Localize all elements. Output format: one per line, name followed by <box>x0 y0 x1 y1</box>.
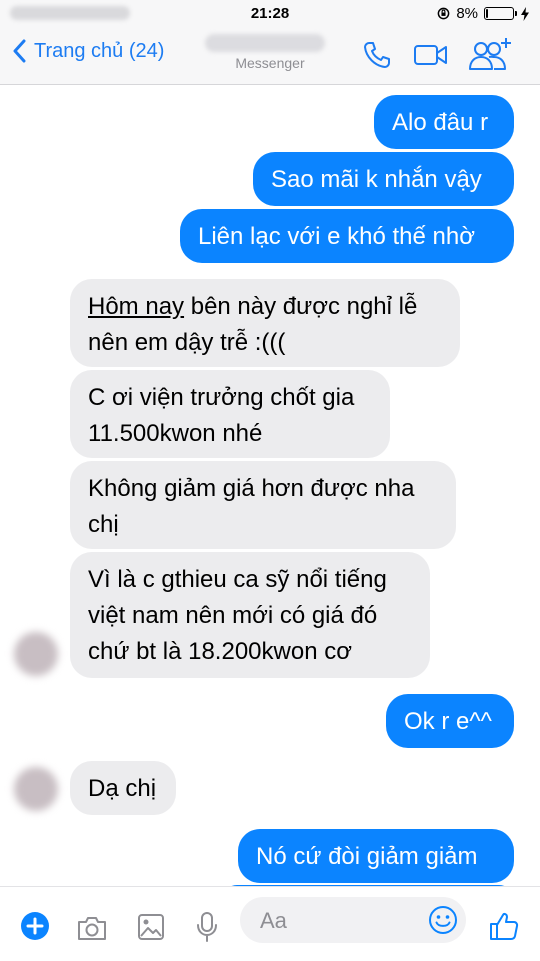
emoji-icon[interactable] <box>428 905 458 935</box>
message-outgoing[interactable]: Liên lạc với e khó thế nhờ <box>180 209 514 263</box>
message-list[interactable]: Alo đâu r Sao mãi k nhắn vậy Liên lạc vớ… <box>0 85 540 886</box>
message-line: nên em dậy trễ :((( <box>88 329 286 356</box>
message-outgoing[interactable]: Ok r e^^ <box>386 694 514 748</box>
thumbs-up-icon[interactable] <box>488 910 520 942</box>
message-outgoing[interactable]: Sao mãi k nhắn vậy <box>253 152 514 206</box>
message-outgoing[interactable]: Nó cứ đòi giảm giảm <box>238 829 514 883</box>
header-subtitle: Messenger <box>235 55 305 71</box>
status-bar: 21:28 8% <box>0 0 540 28</box>
battery-icon <box>484 7 517 20</box>
contact-name-blurred[interactable] <box>205 34 325 52</box>
chevron-left-icon <box>13 39 26 63</box>
phone-icon[interactable] <box>362 40 392 70</box>
battery-percent: 8% <box>456 5 478 22</box>
message-input-placeholder: Aa <box>260 908 287 933</box>
microphone-icon[interactable] <box>196 911 218 943</box>
charging-bolt-icon <box>521 6 529 21</box>
message-composer: Aa <box>0 886 540 961</box>
message-line: chị <box>88 511 119 538</box>
message-input[interactable]: Aa <box>240 897 466 943</box>
battery-fill <box>486 9 488 18</box>
message-line: Không giảm giá hơn được nha <box>88 475 415 502</box>
message-incoming[interactable]: Không giảm giá hơn được nha chị <box>70 461 456 549</box>
rotation-lock-icon <box>437 7 450 20</box>
message-incoming[interactable]: Vì là c gthieu ca sỹ nổi tiếng việt nam … <box>70 552 430 678</box>
camera-icon[interactable] <box>76 915 108 941</box>
message-incoming[interactable]: C ơi viện trưởng chốt gia 11.500kwon nhé <box>70 370 390 458</box>
add-people-icon[interactable] <box>467 36 515 72</box>
photo-gallery-icon[interactable] <box>137 913 165 941</box>
message-incoming[interactable]: Hôm nay bên này được nghỉ lễ nên em dậy … <box>70 279 460 367</box>
conversation-header: Trang chủ (24) Messenger <box>0 28 540 85</box>
message-line: Vì là c gthieu ca sỹ nổi tiếng <box>88 566 387 593</box>
contact-avatar[interactable] <box>14 767 58 811</box>
message-line: 11.500kwon nhé <box>88 420 263 447</box>
status-right-group: 8% <box>437 5 530 22</box>
message-line: chứ bt là 18.200kwon cơ <box>88 638 352 665</box>
back-label: Trang chủ (24) <box>34 39 165 62</box>
message-line: C ơi viện trưởng chốt gia <box>88 384 355 411</box>
plus-icon[interactable] <box>20 911 50 941</box>
message-incoming[interactable]: Dạ chị <box>70 761 176 815</box>
message-underlined-text: Hôm nay <box>88 293 185 320</box>
message-line: bên này được nghỉ lễ <box>184 293 418 320</box>
message-line: việt nam nên mới có giá đó <box>88 602 378 629</box>
back-button[interactable]: Trang chủ (24) <box>12 39 164 63</box>
message-outgoing[interactable]: Alo đâu r <box>374 95 514 149</box>
video-call-icon[interactable] <box>413 43 449 67</box>
contact-avatar[interactable] <box>14 632 58 676</box>
